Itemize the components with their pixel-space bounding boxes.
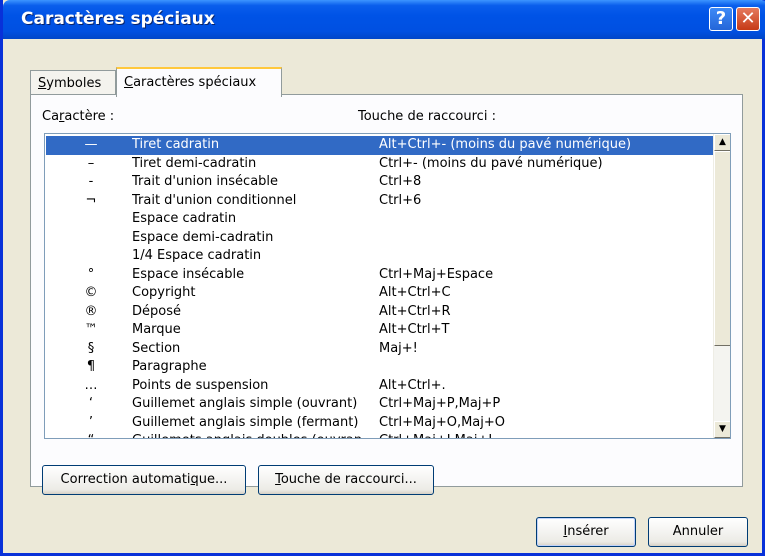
list-item[interactable]: “ Guillemets anglais doubles (ouvran…Ctrl…: [46, 432, 713, 438]
tab-special-accel: C: [124, 75, 134, 90]
scroll-thumb[interactable]: [714, 151, 730, 346]
list-item[interactable]: ™ Marque Alt+Ctrl+T: [46, 321, 713, 340]
character-name: Déposé: [132, 303, 181, 319]
close-icon: ✕: [740, 8, 756, 29]
character-name: Espace insécable: [132, 266, 245, 282]
character-shortcut: Alt+Ctrl+- (moins du pavé numérique): [379, 137, 632, 152]
tab-special-label: aractères spéciaux: [133, 75, 257, 90]
character-shortcut: Ctrl+Maj+O,Maj+O: [379, 414, 505, 430]
character-name: Section: [132, 340, 181, 356]
list-item[interactable]: … Points de suspension Alt+Ctrl+.: [46, 377, 713, 396]
character-symbol: ®: [84, 303, 98, 319]
list-item[interactable]: Espace cadratin: [46, 210, 713, 229]
character-shortcut: Ctrl+6: [379, 192, 422, 208]
list-item[interactable]: — Tiret cadratin Alt+Ctrl+- (moins du pavé…: [46, 136, 713, 155]
character-shortcut: Maj+!: [379, 340, 418, 356]
character-symbol: ©: [84, 285, 98, 300]
character-symbol: —: [84, 137, 98, 152]
tab-special-characters[interactable]: Caractères spéciaux: [116, 67, 282, 97]
scroll-up-button[interactable]: ▲: [714, 134, 730, 151]
autocorrect-label-post: ue...: [198, 472, 228, 487]
list-item[interactable]: – Tiret demi-cadratin Ctrl+- (moins du pav…: [46, 155, 713, 174]
shortcut-column-header: Touche de raccourci :: [358, 109, 496, 124]
autocorrect-button[interactable]: Correction automatique...: [42, 465, 246, 495]
insert-label-post: nsérer: [567, 524, 609, 539]
shortcut-key-button[interactable]: Touche de raccourci...: [258, 465, 434, 495]
character-name: Trait d'union conditionnel: [132, 192, 297, 208]
character-name: Copyright: [132, 285, 196, 300]
character-shortcut: Alt+Ctrl+R: [379, 303, 451, 319]
character-name: Tiret cadratin: [132, 137, 220, 152]
special-characters-list[interactable]: — Tiret cadratin Alt+Ctrl+- (moins du pavé…: [44, 133, 731, 439]
character-symbol: …: [84, 377, 98, 393]
character-name: 1/4 Espace cadratin: [132, 248, 262, 263]
header-char-post: actère :: [64, 109, 115, 124]
header-char-pre: Ca: [42, 109, 60, 124]
title-bar[interactable]: Caractères spéciaux ? ✕: [3, 0, 765, 39]
autocorrect-accel: q: [190, 472, 199, 487]
character-name: Tiret demi-cadratin: [132, 155, 257, 171]
arrow-up-icon: ▲: [719, 137, 726, 147]
character-shortcut: Ctrl+Maj+Espace: [379, 266, 494, 282]
character-shortcut: Alt+Ctrl+C: [379, 285, 451, 300]
list-item[interactable]: 1/4 Espace cadratin: [46, 247, 713, 266]
character-symbol: -: [88, 174, 94, 189]
character-shortcut: Ctrl+Maj+P,Maj+P: [379, 396, 501, 411]
character-name: Points de suspension: [132, 377, 269, 393]
character-symbol: “: [76, 432, 106, 438]
character-name: Marque: [132, 322, 181, 337]
character-symbol: ™: [84, 322, 98, 337]
scroll-down-button[interactable]: ▼: [714, 421, 730, 438]
character-name: Guillemet anglais simple (ouvrant): [132, 396, 358, 411]
character-symbol: §: [87, 340, 95, 356]
character-shortcut: Ctrl+8: [379, 174, 422, 189]
character-shortcut: Alt+Ctrl+.: [379, 377, 446, 393]
list-item[interactable]: ¬ Trait d'union conditionnel Ctrl+6: [46, 192, 713, 211]
list-item[interactable]: Espace demi-cadratin: [46, 229, 713, 248]
autocorrect-label-pre: Correction automati: [60, 472, 191, 487]
character-name: Espace demi-cadratin: [132, 229, 274, 245]
character-symbol: –: [87, 155, 95, 171]
special-characters-dialog: Caractères spéciaux ? ✕ Symboles Caractè…: [0, 0, 765, 556]
character-name: Espace cadratin: [132, 211, 237, 226]
cancel-button[interactable]: Annuler: [648, 517, 748, 547]
arrow-down-icon: ▼: [719, 424, 726, 434]
character-symbol: ¶: [86, 359, 96, 374]
list-item[interactable]: ¶ Paragraphe: [46, 358, 713, 377]
character-name: Guillemets anglais doubles (ouvran…: [132, 432, 378, 438]
list-item[interactable]: § Section Maj+!: [46, 340, 713, 359]
help-icon: ?: [715, 8, 727, 29]
shortcut-label-post: ouche de raccourci...: [280, 472, 417, 487]
character-name: Guillemet anglais simple (fermant): [132, 414, 359, 430]
character-name: Trait d'union insécable: [132, 174, 279, 189]
vertical-scrollbar[interactable]: ▲ ▼: [713, 134, 730, 438]
tab-panel: Caractère : Touche de raccourci : — Tiret…: [30, 94, 743, 487]
insert-button[interactable]: Insérer: [536, 517, 636, 547]
character-symbol: ’: [88, 414, 94, 430]
character-symbol: °: [87, 266, 95, 282]
help-button[interactable]: ?: [709, 7, 733, 31]
close-button[interactable]: ✕: [736, 7, 760, 31]
list-item[interactable]: © Copyright Alt+Ctrl+C: [46, 284, 713, 303]
character-shortcut: Alt+Ctrl+T: [379, 322, 450, 337]
tab-symboles-label: ymboles: [46, 76, 102, 91]
list-item[interactable]: ‘ Guillemet anglais simple (ouvrant) Ctrl+…: [46, 395, 713, 414]
dialog-title: Caractères spéciaux: [21, 9, 215, 29]
list-rows: — Tiret cadratin Alt+Ctrl+- (moins du pavé…: [46, 136, 713, 438]
character-name: Paragraphe: [132, 359, 207, 374]
list-item[interactable]: - Trait d'union insécable Ctrl+8: [46, 173, 713, 192]
list-item[interactable]: ® Déposé Alt+Ctrl+R: [46, 303, 713, 322]
list-item[interactable]: ° Espace insécable Ctrl+Maj+Espace: [46, 266, 713, 285]
character-symbol: ¬: [85, 192, 97, 208]
character-symbol: ‘: [88, 396, 94, 411]
character-shortcut: Ctrl+- (moins du pavé numérique): [379, 155, 603, 171]
list-item[interactable]: ’ Guillemet anglais simple (fermant) Ctrl+…: [46, 414, 713, 433]
character-column-header: Caractère :: [42, 109, 114, 124]
tab-symboles[interactable]: Symboles: [30, 70, 116, 95]
character-shortcut: Ctrl+Maj+I,Maj+I: [379, 432, 492, 438]
